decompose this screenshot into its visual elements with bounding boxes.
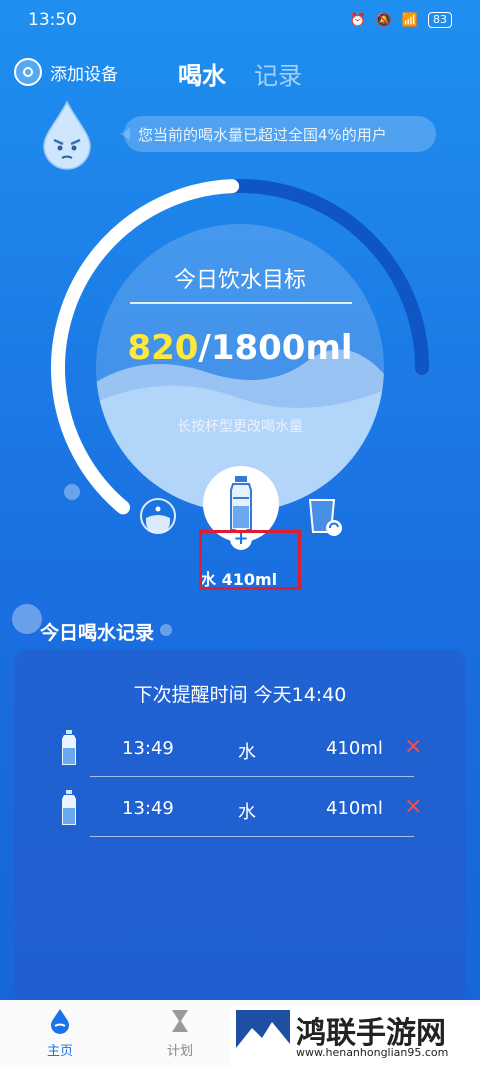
record-kind: 水 bbox=[238, 742, 256, 763]
record-time: 13:49 bbox=[122, 738, 174, 759]
status-bar: 13:50 ⏰ 🔕 📶 83 bbox=[0, 0, 480, 40]
bottle-icon bbox=[62, 790, 76, 825]
status-icons: ⏰ 🔕 📶 83 bbox=[349, 12, 452, 28]
bubble-decoration bbox=[64, 484, 80, 500]
bottle-icon bbox=[230, 476, 252, 531]
site-watermark: 鸿联手游网 www.henanhonglian95.com bbox=[230, 1006, 480, 1067]
goal-value: 820/1800ml bbox=[96, 328, 384, 368]
row-divider bbox=[90, 836, 414, 837]
water-level-button[interactable] bbox=[140, 498, 176, 534]
status-time: 13:50 bbox=[28, 10, 77, 30]
rank-bubble: 您当前的喝水量已超过全国4%的用户 bbox=[120, 116, 436, 152]
water-drop-mascot-icon bbox=[43, 100, 91, 170]
water-level-icon bbox=[146, 506, 170, 534]
tab-drink[interactable]: 喝水 bbox=[178, 56, 226, 91]
record-amount: 410ml bbox=[326, 798, 383, 819]
target-intake: /1800ml bbox=[198, 328, 353, 368]
hourglass-icon bbox=[172, 1010, 188, 1032]
watermark-logo bbox=[236, 1010, 290, 1062]
switch-cup-button[interactable] bbox=[308, 494, 344, 538]
change-cup-hint: 长按杯型更改喝水量 bbox=[177, 419, 303, 435]
record-row: 13:49 水 410ml × bbox=[60, 730, 422, 770]
delete-record-button[interactable]: × bbox=[404, 734, 422, 759]
record-time: 13:49 bbox=[122, 798, 174, 819]
alarm-icon: ⏰ bbox=[349, 12, 366, 28]
nav-plan[interactable]: 计划 bbox=[140, 1008, 220, 1059]
delete-record-button[interactable]: × bbox=[404, 794, 422, 819]
nav-home[interactable]: 主页 bbox=[20, 1008, 100, 1059]
goal-title: 今日饮水目标 bbox=[173, 268, 306, 293]
nav-home-label: 主页 bbox=[46, 1044, 73, 1059]
record-amount: 410ml bbox=[326, 738, 383, 759]
record-row: 13:49 水 410ml × bbox=[60, 790, 422, 830]
current-intake: 820 bbox=[127, 328, 199, 368]
bubble-decoration bbox=[160, 624, 172, 636]
wifi-icon: 📶 bbox=[401, 12, 418, 28]
mute-icon: 🔕 bbox=[375, 12, 392, 28]
switch-cup-icon bbox=[308, 499, 342, 536]
goal-divider bbox=[130, 302, 352, 304]
header: 添加设备 喝水 记录 bbox=[0, 52, 480, 96]
next-reminder: 下次提醒时间 今天14:40 bbox=[133, 684, 347, 706]
add-device-button[interactable]: 添加设备 bbox=[14, 58, 118, 86]
record-kind: 水 bbox=[238, 802, 256, 823]
records-title: 今日喝水记录 bbox=[40, 622, 155, 644]
watermark-url: www.henanhonglian95.com bbox=[296, 1046, 449, 1059]
bubble-decoration bbox=[12, 604, 42, 634]
tab-record[interactable]: 记录 bbox=[254, 56, 302, 91]
watch-icon bbox=[14, 58, 42, 86]
add-device-label: 添加设备 bbox=[50, 64, 118, 85]
battery-indicator: 83 bbox=[428, 12, 452, 28]
water-drop-icon bbox=[51, 1009, 69, 1034]
nav-plan-label: 计划 bbox=[166, 1044, 193, 1059]
highlight-box bbox=[199, 530, 301, 590]
bottle-icon bbox=[62, 730, 76, 765]
row-divider bbox=[90, 776, 414, 777]
